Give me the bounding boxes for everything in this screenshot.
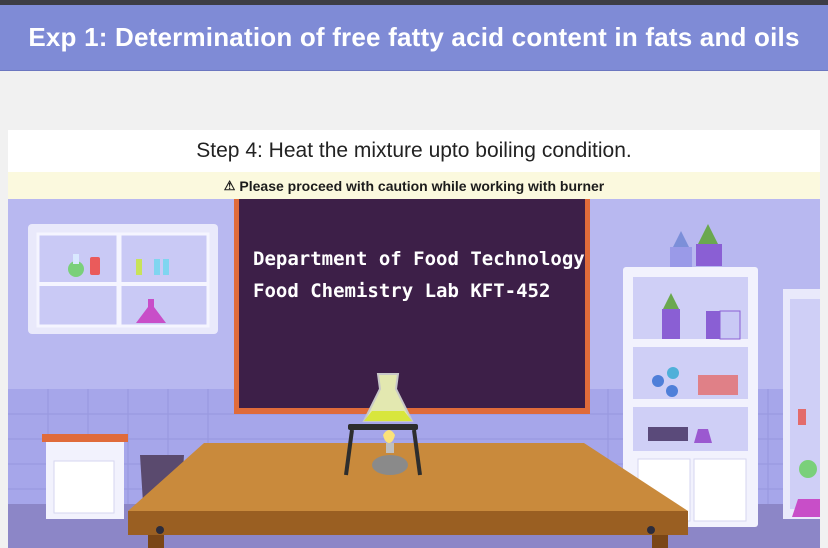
lab-scene: Department of Food Technology Food Chemi… <box>8 199 820 548</box>
warning-banner: ⚠ Please proceed with caution while work… <box>8 172 820 199</box>
wall-cabinet <box>28 224 218 334</box>
tripod-stand <box>348 424 418 430</box>
header-divider <box>0 70 828 71</box>
flask-liquid <box>364 411 412 421</box>
warning-text: Please proceed with caution while workin… <box>239 177 605 194</box>
chalkboard: Department of Food Technology Food Chemi… <box>234 199 590 414</box>
app-header: Exp 1: Determination of free fatty acid … <box>0 5 828 70</box>
step-instruction: Step 4: Heat the mixture upto boiling co… <box>196 139 632 162</box>
lab-illustration: Department of Food Technology Food Chemi… <box>8 199 820 548</box>
burner <box>386 443 394 453</box>
chalkboard-line-2: Food Chemistry Lab KFT-452 <box>253 280 550 302</box>
right-shelf <box>623 224 758 527</box>
chalkboard-line-1: Department of Food Technology <box>253 248 585 270</box>
experiment-card: Step 4: Heat the mixture upto boiling co… <box>8 130 820 548</box>
page-title: Exp 1: Determination of free fatty acid … <box>28 22 800 52</box>
lab-table <box>128 443 688 548</box>
warning-triangle-icon: ⚠ <box>223 177 236 193</box>
right-cabinet <box>783 289 820 519</box>
